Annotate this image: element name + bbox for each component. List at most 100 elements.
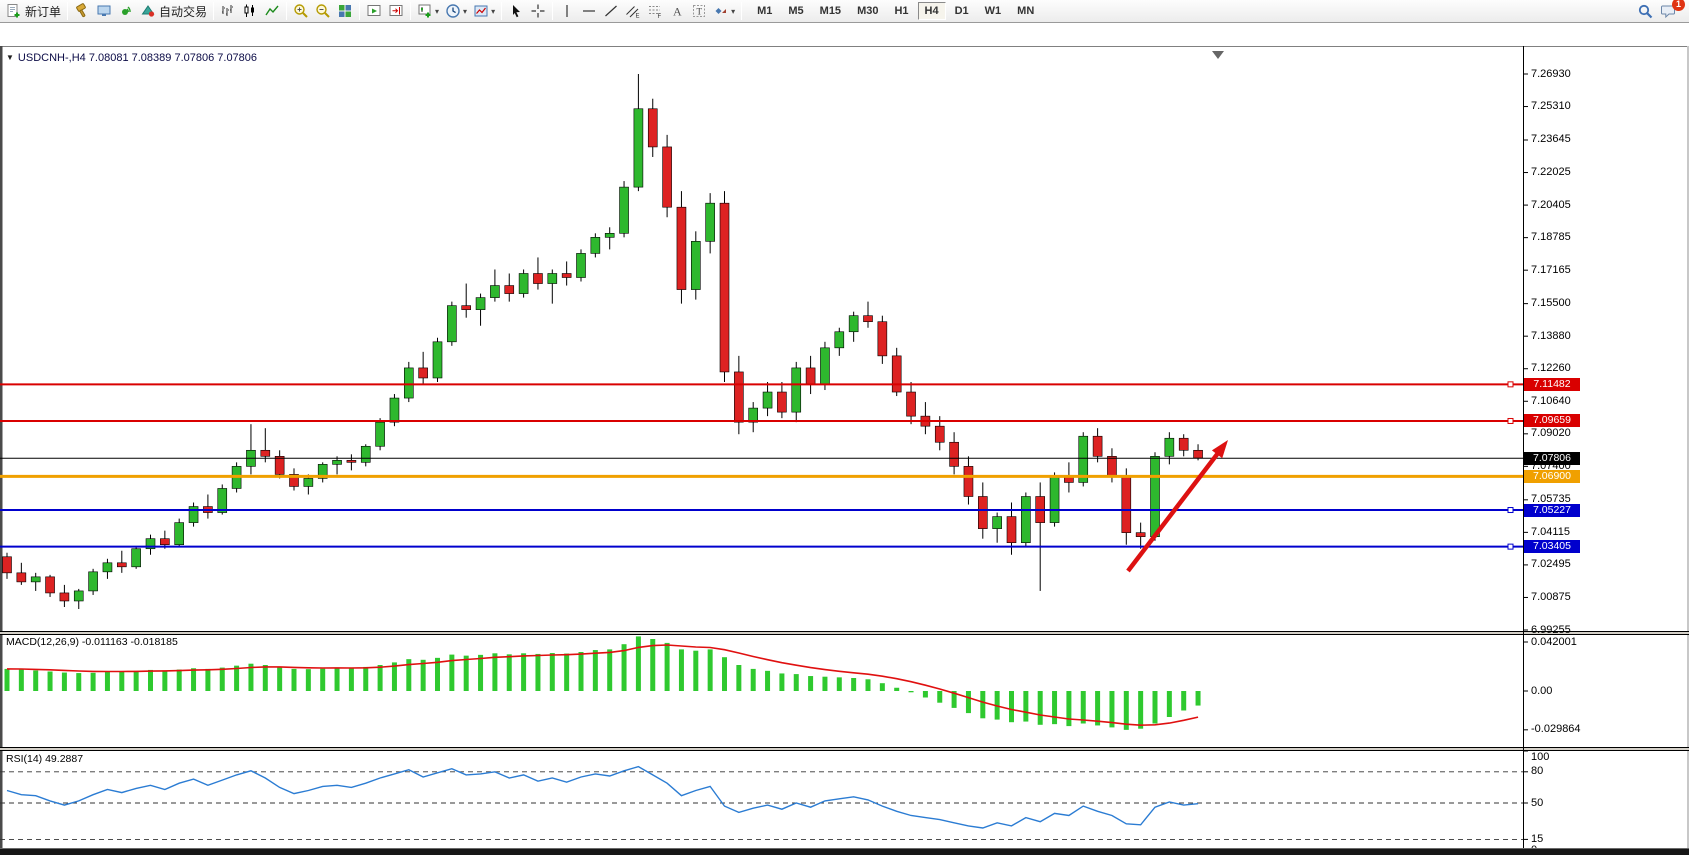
timeframe-w1[interactable]: W1 [978, 2, 1009, 20]
new-order-button[interactable]: 新订单 [3, 1, 64, 22]
text-label-icon: T [691, 3, 707, 19]
macd-histogram-bar [708, 649, 713, 691]
candle-body [591, 237, 600, 253]
chevron-down-icon: ▾ [731, 7, 735, 16]
macd-histogram-bar [837, 677, 842, 691]
bar-chart-icon [220, 3, 236, 19]
timeframe-h1[interactable]: H1 [887, 2, 915, 20]
zoom-in-button[interactable] [290, 1, 312, 22]
strategy-tester-button[interactable] [71, 1, 93, 22]
macd-histogram-bar [607, 649, 612, 691]
candle-body [1021, 496, 1030, 542]
text-icon: A [669, 3, 685, 19]
price-line-label: 7.06900 [1524, 470, 1580, 483]
timeframe-m30[interactable]: M30 [850, 2, 885, 20]
macd-histogram-bar [937, 691, 942, 703]
rsi-axis-label: 100 [1531, 751, 1549, 763]
hline-handle[interactable] [1508, 418, 1513, 423]
terminal-button[interactable] [93, 1, 115, 22]
cursor-icon [508, 3, 524, 19]
trend-arrow[interactable] [1128, 451, 1220, 571]
chart-shift-button[interactable] [385, 1, 407, 22]
macd-indicator-label: MACD(12,26,9) -0.011163 -0.018185 [6, 636, 178, 648]
candle-body [333, 460, 342, 464]
rsi-indicator-label: RSI(14) 49.2887 [6, 753, 83, 765]
chart-canvas[interactable] [0, 23, 1689, 855]
vertical-line-button[interactable] [556, 1, 578, 22]
macd-histogram-bar [349, 668, 354, 691]
price-shift-marker[interactable] [1212, 51, 1224, 59]
candle-body [907, 392, 916, 416]
candle-body [46, 577, 55, 593]
candle-body [993, 517, 1002, 529]
candle-body [361, 446, 370, 462]
macd-histogram-bar [1009, 691, 1014, 722]
hline-handle[interactable] [1508, 508, 1513, 513]
tile-windows-button[interactable] [334, 1, 356, 22]
macd-histogram-bar [894, 688, 899, 691]
timeframe-m1[interactable]: M1 [750, 2, 779, 20]
candle-body [734, 372, 743, 422]
line-chart-button[interactable] [261, 1, 283, 22]
price-axis-tick: 7.04115 [1531, 526, 1570, 538]
auto-trading-button[interactable]: 自动交易 [137, 1, 210, 22]
hline-handle[interactable] [1508, 382, 1513, 387]
candlestick-chart-button[interactable] [239, 1, 261, 22]
horizontal-line-button[interactable] [578, 1, 600, 22]
crosshair-button[interactable] [527, 1, 549, 22]
candle-body [31, 577, 40, 582]
shapes-dropdown[interactable]: ▾ [710, 1, 738, 22]
cursor-button[interactable] [505, 1, 527, 22]
candle-body [691, 241, 700, 289]
line-chart-icon [264, 3, 280, 19]
candle-body [878, 322, 887, 356]
trendline-button[interactable] [600, 1, 622, 22]
candle-body [490, 286, 499, 298]
bar-chart-button[interactable] [217, 1, 239, 22]
price-axis-tick: 7.02495 [1531, 558, 1571, 570]
chart-window-left-border [0, 46, 3, 855]
candle-body [763, 392, 772, 408]
auto-scroll-button[interactable] [363, 1, 385, 22]
macd-histogram-bar [1153, 691, 1158, 724]
candle-body [74, 591, 83, 601]
search-icon [1637, 3, 1654, 20]
macd-histogram-bar [866, 679, 871, 691]
zoom-out-button[interactable] [312, 1, 334, 22]
candle-body [404, 368, 413, 398]
timeframe-m15[interactable]: M15 [813, 2, 848, 20]
new-chart-dropdown[interactable]: ▾ [414, 1, 442, 22]
macd-histogram-bar [1038, 691, 1043, 725]
candle-body [892, 356, 901, 392]
timeframe-d1[interactable]: D1 [948, 2, 976, 20]
hline-handle[interactable] [1508, 544, 1513, 549]
equidistant-channel-button[interactable]: E [622, 1, 644, 22]
period-dropdown[interactable]: ▾ [442, 1, 470, 22]
fibonacci-button[interactable]: F [644, 1, 666, 22]
text-button[interactable]: A [666, 1, 688, 22]
macd-histogram-bar [966, 691, 971, 713]
macd-axis-label: 0.042001 [1531, 636, 1577, 648]
candle-body [419, 368, 428, 378]
macd-histogram-bar [277, 667, 282, 691]
candle-body [820, 348, 829, 384]
chat-button[interactable]: 1 [1657, 1, 1680, 22]
macd-histogram-bar [76, 673, 81, 691]
candle-body [720, 203, 729, 372]
timeframe-h4[interactable]: H4 [918, 2, 946, 20]
candle-body [1107, 456, 1116, 476]
price-axis-tick: 7.00875 [1531, 591, 1571, 603]
timeframe-mn[interactable]: MN [1010, 2, 1041, 20]
template-dropdown[interactable]: ▾ [470, 1, 498, 22]
chart-shift-icon [388, 3, 404, 19]
search-button[interactable] [1634, 1, 1657, 22]
candle-body [1093, 436, 1102, 456]
text-label-button[interactable]: T [688, 1, 710, 22]
toolbar-separator [741, 2, 742, 20]
signals-button[interactable] [115, 1, 137, 22]
macd-histogram-bar [507, 654, 512, 691]
window-menu-icon[interactable]: ▼ [6, 53, 14, 62]
candle-body [548, 273, 557, 283]
candle-body [1151, 456, 1160, 536]
timeframe-m5[interactable]: M5 [781, 2, 810, 20]
